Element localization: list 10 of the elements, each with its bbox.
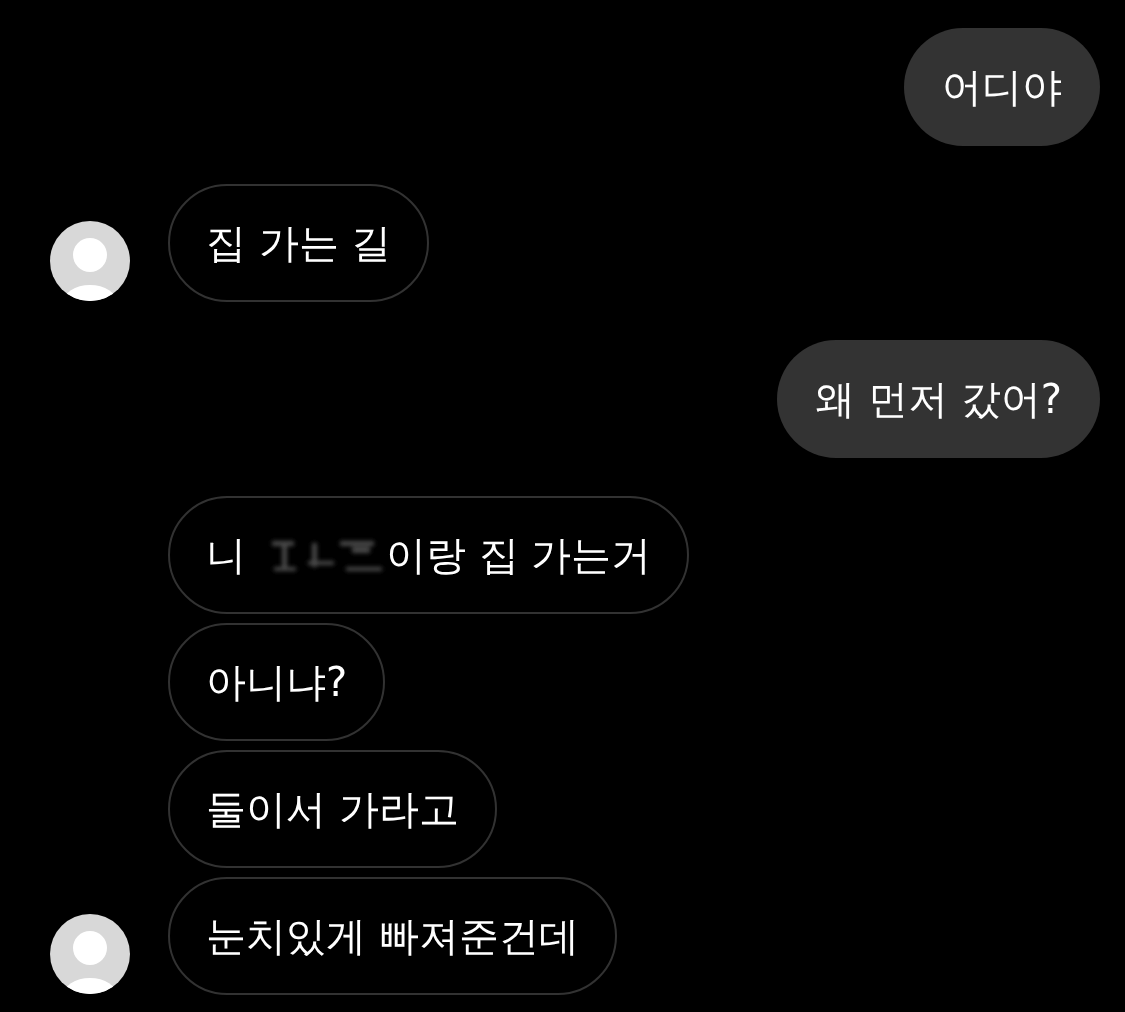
message-text: 둘이서 가라고: [206, 785, 459, 833]
message-text: 아니냐?: [206, 658, 348, 706]
message-text: 눈치있게 빠져준건데: [206, 912, 579, 960]
message-text: 왜 먼저 갔어?: [815, 375, 1062, 423]
message-text: 어디야: [942, 63, 1062, 111]
avatar-icon: [50, 221, 130, 301]
message-text: 이랑 집 가는거: [386, 531, 652, 579]
message-text: 집 가는 길: [206, 219, 392, 267]
message-text: 니: [206, 531, 246, 579]
avatar-icon: [50, 914, 130, 994]
